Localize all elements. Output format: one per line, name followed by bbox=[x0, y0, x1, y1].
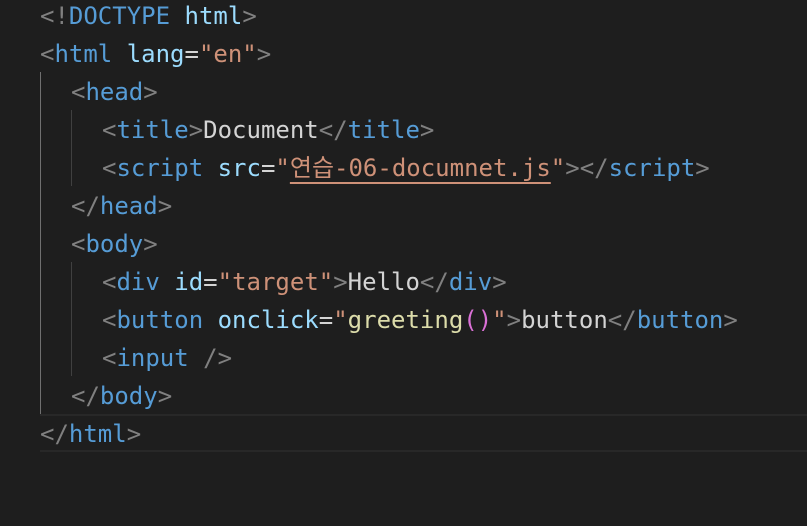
bracket: <! bbox=[40, 2, 69, 30]
bracket: < bbox=[71, 230, 86, 258]
attribute-value: "target" bbox=[217, 268, 334, 296]
attribute-name: onclick bbox=[217, 306, 319, 334]
code-line-7[interactable]: <body> bbox=[0, 225, 807, 263]
bracket: < bbox=[102, 154, 117, 182]
tag-name: body bbox=[85, 230, 144, 258]
bracket: < bbox=[102, 268, 117, 296]
bracket: > bbox=[157, 192, 173, 220]
tag-name: script bbox=[608, 154, 696, 182]
parentheses: () bbox=[463, 306, 493, 334]
code-line-4[interactable]: <title>Document</title> bbox=[0, 111, 807, 149]
tag-name: div bbox=[116, 268, 160, 296]
bracket: < bbox=[102, 116, 117, 144]
bracket: > bbox=[157, 382, 173, 410]
bracket: < bbox=[102, 344, 117, 372]
bracket: > bbox=[492, 268, 507, 296]
bracket: </ bbox=[318, 116, 348, 144]
code-line-1[interactable]: <!DOCTYPE html> bbox=[0, 0, 807, 35]
equals-sign: = bbox=[184, 40, 199, 68]
tag-name: body bbox=[99, 382, 158, 410]
bracket: </ bbox=[419, 268, 449, 296]
bracket: </ bbox=[607, 306, 637, 334]
text-content: Hello bbox=[347, 268, 420, 296]
text-content: Document bbox=[203, 116, 319, 144]
code-line-12[interactable]: </html> bbox=[0, 415, 807, 453]
bracket: < bbox=[102, 306, 117, 334]
text-content: button bbox=[521, 306, 608, 334]
bracket: > bbox=[143, 78, 158, 106]
equals-sign: = bbox=[203, 268, 218, 296]
bracket: > bbox=[723, 306, 738, 334]
equals-sign: = bbox=[260, 154, 276, 182]
bracket: > bbox=[333, 268, 348, 296]
doctype-keyword: DOCTYPE bbox=[68, 2, 171, 30]
code-editor[interactable]: <!DOCTYPE html> <html lang="en"> <head> … bbox=[0, 0, 807, 526]
code-line-5[interactable]: <script src="연습-06-documnet.js"></script… bbox=[0, 149, 807, 187]
attribute-name: lang bbox=[126, 40, 185, 68]
code-line-6[interactable]: </head> bbox=[0, 187, 807, 225]
attribute-value: "en" bbox=[198, 40, 257, 68]
bracket: </ bbox=[579, 154, 609, 182]
bracket: </ bbox=[71, 192, 100, 220]
attribute-name: id bbox=[174, 268, 204, 296]
bracket: > bbox=[242, 2, 257, 30]
tag-name: input bbox=[116, 344, 189, 372]
script-src-link[interactable]: 연습-06-documnet.js bbox=[290, 154, 551, 182]
tag-name: html bbox=[54, 40, 113, 68]
quote: " bbox=[275, 154, 290, 182]
bracket: > bbox=[565, 154, 580, 182]
quote: " bbox=[550, 154, 566, 182]
bracket: < bbox=[40, 40, 55, 68]
bracket: > bbox=[506, 306, 522, 334]
tag-name: head bbox=[85, 78, 144, 106]
tag-name: button bbox=[636, 306, 724, 334]
bracket: < bbox=[71, 78, 86, 106]
doctype-name: html bbox=[184, 2, 243, 30]
bracket: > bbox=[188, 116, 204, 144]
bracket: > bbox=[695, 154, 710, 182]
tag-name: head bbox=[99, 192, 158, 220]
tag-name: script bbox=[116, 154, 204, 182]
tag-name: div bbox=[448, 268, 493, 296]
function-name: greeting bbox=[347, 306, 464, 334]
bracket: > bbox=[143, 230, 158, 258]
code-line-8[interactable]: <div id="target">Hello</div> bbox=[0, 263, 807, 301]
tag-name: title bbox=[116, 116, 189, 144]
bracket: > bbox=[126, 420, 142, 448]
quote: " bbox=[333, 306, 348, 334]
tag-name: title bbox=[347, 116, 420, 144]
tag-name: html bbox=[68, 420, 127, 448]
code-line-2[interactable]: <html lang="en"> bbox=[0, 35, 807, 73]
bracket: </ bbox=[71, 382, 100, 410]
bracket: /> bbox=[203, 344, 233, 372]
quote: " bbox=[492, 306, 507, 334]
code-line-3[interactable]: <head> bbox=[0, 73, 807, 111]
equals-sign: = bbox=[318, 306, 334, 334]
code-line-9[interactable]: <button onclick="greeting()">button</but… bbox=[0, 301, 807, 339]
code-line-10[interactable]: <input /> bbox=[0, 339, 807, 377]
code-line-11[interactable]: </body> bbox=[0, 377, 807, 415]
tag-name: button bbox=[116, 306, 204, 334]
attribute-name: src bbox=[217, 154, 261, 182]
bracket: > bbox=[256, 40, 272, 68]
bracket: </ bbox=[40, 420, 69, 448]
bracket: > bbox=[419, 116, 435, 144]
